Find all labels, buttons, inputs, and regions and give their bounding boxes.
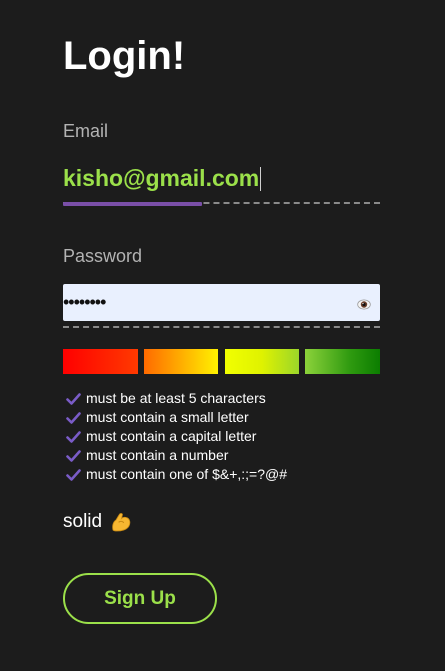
eye-icon[interactable] [357, 299, 371, 310]
password-rule-text: must contain a number [86, 447, 229, 463]
page-title: Login! [63, 34, 186, 78]
check-icon [66, 430, 81, 443]
password-strength-meter [63, 349, 380, 374]
password-label: Password [63, 246, 143, 266]
password-rule: must contain one of $&+,:;=?@# [66, 465, 287, 484]
password-field[interactable]: •••••••• [63, 284, 380, 321]
password-rule-text: must be at least 5 characters [86, 390, 266, 406]
password-value: •••••••• [63, 292, 106, 312]
email-value: kisho@gmail.com [63, 165, 260, 191]
email-focus-indicator [63, 202, 202, 206]
strength-segment-1 [63, 349, 138, 374]
text-caret [260, 167, 262, 191]
flexed-biceps-icon [112, 513, 131, 532]
sign-up-button[interactable]: Sign Up [63, 573, 217, 624]
password-rules-list: must be at least 5 characters must conta… [66, 389, 287, 484]
check-icon [66, 468, 81, 481]
strength-segment-3 [225, 349, 299, 374]
password-rule-text: must contain a small letter [86, 409, 249, 425]
password-rule: must contain a number [66, 446, 287, 465]
check-icon [66, 449, 81, 462]
strength-segment-2 [144, 349, 218, 374]
check-icon [66, 411, 81, 424]
strength-segment-4 [305, 349, 380, 374]
password-rule-text: must contain one of $&+,:;=?@# [86, 466, 288, 482]
password-rule: must contain a small letter [66, 408, 287, 427]
strength-label: solid [63, 510, 132, 534]
password-rule-text: must contain a capital letter [86, 428, 257, 444]
password-rule: must contain a capital letter [66, 427, 287, 446]
strength-label-text: solid [63, 511, 103, 532]
password-underline [63, 326, 380, 328]
email-underline [63, 202, 380, 206]
check-icon [66, 392, 81, 405]
email-field[interactable]: kisho@gmail.com [63, 162, 380, 194]
password-rule: must be at least 5 characters [66, 389, 287, 408]
email-label: Email [63, 121, 109, 141]
